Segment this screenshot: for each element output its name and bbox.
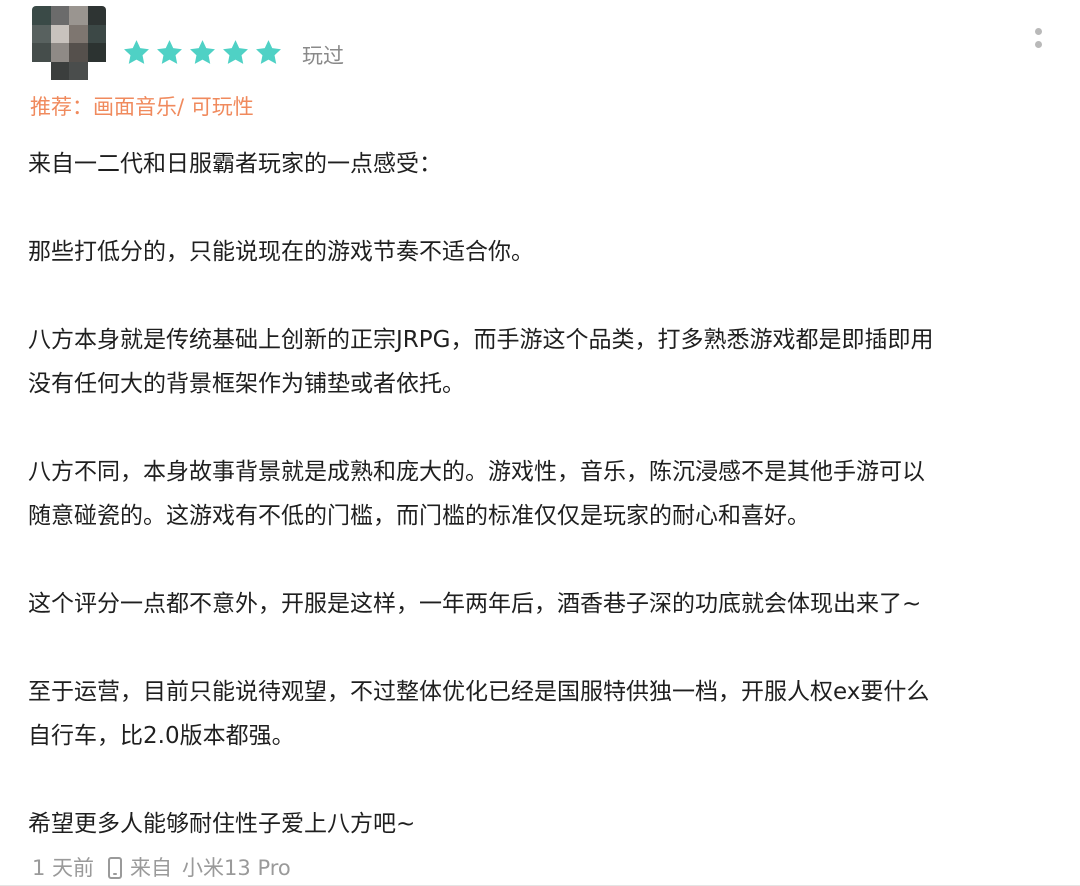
- review-paragraph: 八方本身就是传统基础上创新的正宗JRPG，而手游这个品类，打多熟悉游戏都是即插即…: [28, 327, 934, 397]
- star-icon: [223, 40, 248, 64]
- review-paragraph: 那些打低分的，只能说现在的游戏节奏不适合你。: [28, 239, 534, 265]
- review-meta: 1 天前 来自 小米13 Pro: [32, 854, 291, 882]
- review-paragraph: 至于运营，目前只能说待观望，不过整体优化已经是国服特供独一档，开服人权ex要什么…: [28, 679, 930, 749]
- star-icon: [190, 40, 215, 64]
- play-status: 玩过: [302, 44, 344, 68]
- review-paragraph: 希望更多人能够耐住性子爱上八方吧~: [28, 811, 416, 837]
- recommend-tags: 推荐：画面音乐/ 可玩性: [30, 95, 254, 119]
- post-time: 1 天前: [32, 856, 95, 880]
- source-label: 来自: [130, 856, 173, 880]
- review-body: 来自一二代和日服霸者玩家的一点感受： 那些打低分的，只能说现在的游戏节奏不适合你…: [28, 142, 1068, 846]
- star-icon: [124, 40, 149, 64]
- review-paragraph: 来自一二代和日服霸者玩家的一点感受：: [28, 151, 442, 177]
- phone-icon: [108, 857, 123, 879]
- more-vertical-icon[interactable]: [1032, 28, 1044, 58]
- review-paragraph: 八方不同，本身故事背景就是成熟和庞大的。游戏性，音乐，陈沉浸感不是其他手游可以 …: [28, 459, 925, 529]
- device-name: 小米13 Pro: [182, 856, 291, 880]
- avatar[interactable]: [32, 6, 106, 80]
- rating-stars: [122, 38, 283, 67]
- star-icon: [157, 40, 182, 64]
- review-paragraph: 这个评分一点都不意外，开服是这样，一年两年后，酒香巷子深的功底就会体现出来了~: [28, 591, 922, 617]
- star-icon: [256, 40, 281, 64]
